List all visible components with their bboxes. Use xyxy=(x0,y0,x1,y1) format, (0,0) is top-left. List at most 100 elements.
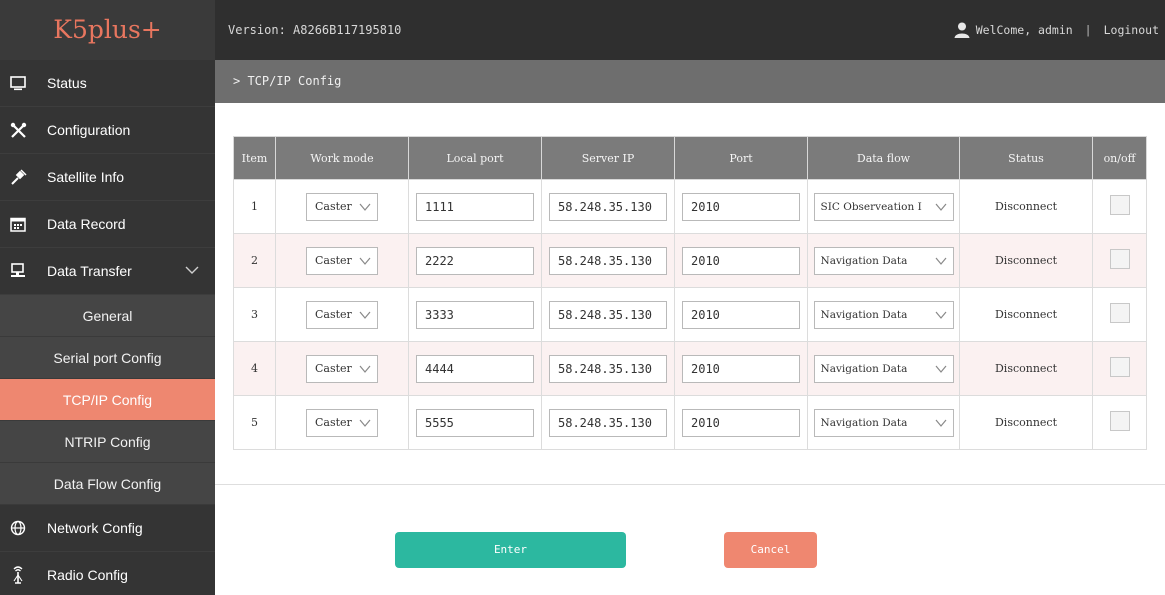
tcpip-config-table: Item Work mode Local port Server IP Port… xyxy=(233,136,1147,450)
work-mode-select[interactable]: Caster xyxy=(306,408,378,437)
sidebar-item-status[interactable]: Status xyxy=(0,60,215,107)
chevron-down-icon xyxy=(935,365,946,373)
chevron-down-icon xyxy=(359,203,371,211)
port-input[interactable]: 2010 xyxy=(682,192,800,221)
sidebar-subitem-tcpip-config[interactable]: TCP/IP Config xyxy=(0,379,215,421)
table-row: 1 Caster 1111 58.248.35.130 2010 SIC Obs… xyxy=(233,179,1147,234)
port-input[interactable]: 2010 xyxy=(682,300,800,329)
sidebar-item-label: Satellite Info xyxy=(47,169,125,185)
on-off-checkbox[interactable] xyxy=(1109,357,1130,377)
work-mode-value: Caster xyxy=(315,254,352,267)
tools-icon xyxy=(9,121,27,139)
item-number: 2 xyxy=(233,233,276,288)
cancel-button[interactable]: Cancel xyxy=(724,532,817,568)
data-flow-value: Navigation Data xyxy=(820,362,908,375)
chevron-down-icon xyxy=(359,311,371,319)
item-number: 3 xyxy=(233,287,276,342)
chevron-down-icon xyxy=(935,311,946,319)
sidebar-item-label: Data Record xyxy=(47,216,126,232)
user-icon xyxy=(954,22,970,38)
chevron-down-icon xyxy=(935,419,946,427)
sidebar-item-label: Data Transfer xyxy=(47,263,132,279)
local-port-input[interactable]: 2222 xyxy=(416,246,534,275)
sidebar-item-label: Network Config xyxy=(47,520,143,536)
item-number: 5 xyxy=(233,395,276,450)
status-value: Disconnect xyxy=(959,341,1093,396)
column-header: Status xyxy=(959,136,1093,180)
data-flow-select[interactable]: Navigation Data xyxy=(813,246,954,275)
sidebar-subitem-general[interactable]: General xyxy=(0,295,215,337)
local-port-input[interactable]: 3333 xyxy=(416,300,534,329)
on-off-checkbox[interactable] xyxy=(1109,411,1130,431)
globe-icon xyxy=(9,519,27,537)
server-ip-input[interactable]: 58.248.35.130 xyxy=(549,408,667,437)
port-input[interactable]: 2010 xyxy=(682,354,800,383)
chevron-down-icon xyxy=(359,257,371,265)
column-header: Local port xyxy=(408,136,542,180)
on-off-checkbox[interactable] xyxy=(1109,195,1130,215)
table-row: 5 Caster 5555 58.248.35.130 2010 Navigat… xyxy=(233,395,1147,450)
chevron-down-icon xyxy=(935,203,946,211)
status-value: Disconnect xyxy=(959,287,1093,342)
data-flow-select[interactable]: SIC Observeation I xyxy=(813,192,954,221)
sidebar: Status Configuration Satellite Info Data… xyxy=(0,60,215,595)
breadcrumb: > TCP/IP Config xyxy=(215,60,1165,103)
table-row: 4 Caster 4444 58.248.35.130 2010 Navigat… xyxy=(233,341,1147,396)
server-ip-input[interactable]: 58.248.35.130 xyxy=(549,354,667,383)
on-off-checkbox[interactable] xyxy=(1109,249,1130,269)
sidebar-item-label: Status xyxy=(47,75,87,91)
sidebar-item-data-record[interactable]: Data Record xyxy=(0,201,215,248)
data-flow-select[interactable]: Navigation Data xyxy=(813,408,954,437)
local-port-input[interactable]: 5555 xyxy=(416,408,534,437)
work-mode-value: Caster xyxy=(315,308,352,321)
column-header: Port xyxy=(674,136,808,180)
column-header: Work mode xyxy=(275,136,409,180)
data-flow-select[interactable]: Navigation Data xyxy=(813,354,954,383)
sidebar-item-satellite-info[interactable]: Satellite Info xyxy=(0,154,215,201)
logout-link[interactable]: Loginout xyxy=(1104,23,1159,37)
work-mode-select[interactable]: Caster xyxy=(306,300,378,329)
data-flow-value: Navigation Data xyxy=(820,308,908,321)
data-flow-value: SIC Observeation I xyxy=(820,200,922,213)
sidebar-item-network-config[interactable]: Network Config xyxy=(0,505,215,552)
port-input[interactable]: 2010 xyxy=(682,246,800,275)
sidebar-subitem-ntrip-config[interactable]: NTRIP Config xyxy=(0,421,215,463)
table-row: 3 Caster 3333 58.248.35.130 2010 Navigat… xyxy=(233,287,1147,342)
sidebar-item-label: Radio Config xyxy=(47,567,128,583)
version-label: Version: A8266B117195810 xyxy=(228,23,402,37)
server-ip-input[interactable]: 58.248.35.130 xyxy=(549,300,667,329)
local-port-input[interactable]: 1111 xyxy=(416,192,534,221)
sidebar-subitem-data-flow-config[interactable]: Data Flow Config xyxy=(0,463,215,505)
top-bar: K5plus+ Version: A8266B117195810 WelCome… xyxy=(0,0,1165,60)
work-mode-select[interactable]: Caster xyxy=(306,354,378,383)
sidebar-subitem-serial-port-config[interactable]: Serial port Config xyxy=(0,337,215,379)
work-mode-value: Caster xyxy=(315,416,352,429)
sidebar-item-data-transfer[interactable]: Data Transfer xyxy=(0,248,215,295)
data-flow-value: Navigation Data xyxy=(820,254,908,267)
work-mode-select[interactable]: Caster xyxy=(306,246,378,275)
enter-button[interactable]: Enter xyxy=(395,532,626,568)
sidebar-item-radio-config[interactable]: Radio Config xyxy=(0,552,215,595)
logo: K5plus+ xyxy=(0,0,215,60)
sidebar-item-configuration[interactable]: Configuration xyxy=(0,107,215,154)
local-port-input[interactable]: 4444 xyxy=(416,354,534,383)
column-header: Server IP xyxy=(541,136,675,180)
server-ip-input[interactable]: 58.248.35.130 xyxy=(549,246,667,275)
server-ip-input[interactable]: 58.248.35.130 xyxy=(549,192,667,221)
table-row: 2 Caster 2222 58.248.35.130 2010 Navigat… xyxy=(233,233,1147,288)
column-header: on/off xyxy=(1092,136,1147,180)
chevron-down-icon xyxy=(935,257,946,265)
column-header: Data flow xyxy=(807,136,960,180)
chevron-down-icon xyxy=(359,419,371,427)
divider xyxy=(215,484,1165,485)
monitor-icon xyxy=(9,74,27,92)
chevron-down-icon xyxy=(185,266,199,274)
data-flow-select[interactable]: Navigation Data xyxy=(813,300,954,329)
separator: | xyxy=(1084,23,1092,37)
port-input[interactable]: 2010 xyxy=(682,408,800,437)
table-header-row: Item Work mode Local port Server IP Port… xyxy=(233,136,1147,180)
on-off-checkbox[interactable] xyxy=(1109,303,1130,323)
work-mode-select[interactable]: Caster xyxy=(306,192,378,221)
calendar-icon xyxy=(9,215,27,233)
item-number: 1 xyxy=(233,179,276,234)
